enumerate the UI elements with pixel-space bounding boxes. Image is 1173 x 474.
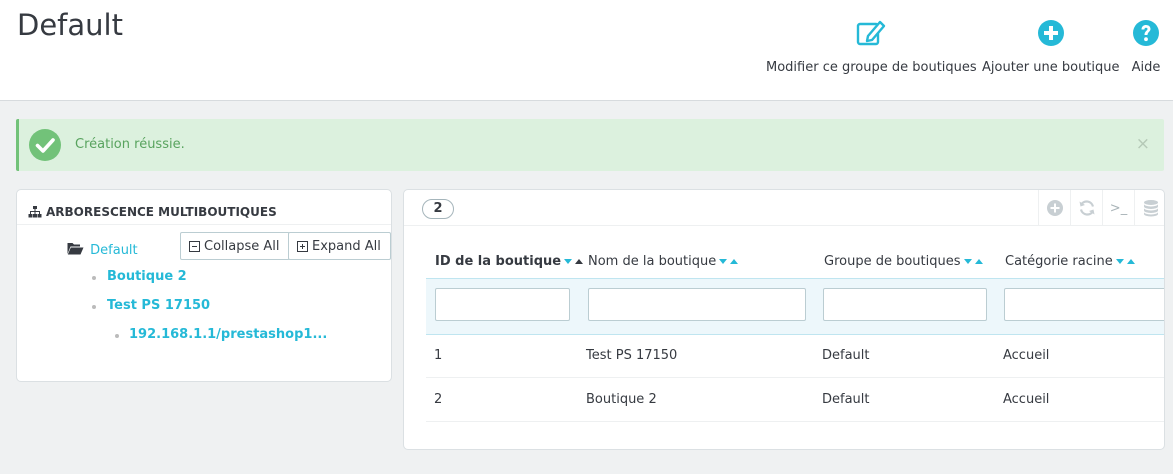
tree-panel-title: Arborescence multiboutiques <box>46 205 277 219</box>
cell-name: Test PS 17150 <box>586 348 678 363</box>
column-header-category: Catégorie racine <box>1005 254 1135 269</box>
sort-asc-icon[interactable] <box>974 259 983 264</box>
sort-desc-icon[interactable] <box>719 259 728 264</box>
minus-square-icon <box>189 240 200 252</box>
filter-row <box>426 278 1164 335</box>
tree-node-default[interactable]: Default <box>67 242 138 258</box>
tree-bullet <box>92 305 96 309</box>
terminal-icon: >_ <box>1109 200 1128 216</box>
cell-name: Boutique 2 <box>586 392 657 407</box>
export-sql-button[interactable] <box>1134 190 1164 226</box>
sort-asc-icon[interactable] <box>1126 259 1135 264</box>
folder-open-icon <box>67 243 84 255</box>
table-row[interactable]: 1 Test PS 17150 Default Accueil <box>426 335 1164 378</box>
expand-all-button[interactable]: Expand All <box>288 232 391 260</box>
close-icon[interactable]: × <box>1136 134 1150 154</box>
column-header-label: Nom de la boutique <box>588 254 717 269</box>
table-row[interactable]: 2 Boutique 2 Default Accueil <box>426 379 1164 422</box>
edit-icon <box>857 20 886 46</box>
column-header-name: Nom de la boutique <box>588 254 739 269</box>
sort-desc-icon[interactable] <box>1115 259 1124 264</box>
sitemap-icon <box>28 206 42 218</box>
column-header-id: ID de la boutique <box>435 254 584 269</box>
help-icon <box>1133 20 1159 46</box>
check-circle-icon <box>29 129 61 161</box>
collapse-all-label: Collapse All <box>204 238 280 254</box>
database-icon <box>1143 200 1158 217</box>
sort-desc-icon[interactable] <box>564 259 573 264</box>
add-shop-label: Ajouter une boutique <box>982 60 1120 75</box>
column-header-group: Groupe de boutiques <box>824 254 983 269</box>
help-button[interactable]: Aide <box>1131 18 1161 78</box>
add-shop-button[interactable]: Ajouter une boutique <box>982 18 1120 78</box>
filter-input-group[interactable] <box>823 288 987 321</box>
filter-input-category[interactable] <box>1004 288 1164 321</box>
edit-shop-group-label: Modifier ce groupe de boutiques <box>766 60 977 75</box>
success-alert: Création réussie. × <box>16 119 1164 171</box>
shop-list-panel: 2 >_ ID de la boutique Nom de la boutiqu… <box>403 189 1165 450</box>
shop-count-badge: 2 <box>422 199 454 219</box>
refresh-icon <box>1079 200 1094 216</box>
cell-id: 1 <box>434 348 443 363</box>
column-header-label: Groupe de boutiques <box>824 254 961 269</box>
edit-shop-group-button[interactable]: Modifier ce groupe de boutiques <box>766 18 977 78</box>
plus-square-icon <box>297 240 308 252</box>
tree-bullet <box>92 276 96 280</box>
collapse-all-button[interactable]: Collapse All <box>180 232 290 260</box>
tree-node-url[interactable]: 192.168.1.1/prestashop1... <box>129 327 327 342</box>
shop-tree-panel: Arborescence multiboutiques Collapse All… <box>16 189 392 382</box>
sort-asc-icon[interactable] <box>575 259 584 264</box>
tree-node-shop[interactable]: Boutique 2 <box>107 269 187 284</box>
refresh-button[interactable] <box>1070 190 1102 226</box>
filter-input-id[interactable] <box>435 288 570 321</box>
plus-circle-icon <box>1046 200 1063 216</box>
page-title: Default <box>17 8 123 42</box>
help-label: Aide <box>1131 60 1161 75</box>
list-toolbar: >_ <box>1038 190 1164 226</box>
add-circle-icon <box>1037 20 1064 46</box>
page-header: Default Modifier ce groupe de boutiques … <box>0 0 1173 101</box>
cell-category: Accueil <box>1003 392 1050 407</box>
cell-group: Default <box>822 348 870 363</box>
expand-all-label: Expand All <box>312 238 381 254</box>
add-new-button[interactable] <box>1038 190 1070 226</box>
cell-group: Default <box>822 392 870 407</box>
tree-panel-header: Arborescence multiboutiques <box>17 190 391 225</box>
alert-message: Création réussie. <box>75 137 185 152</box>
column-header-label: ID de la boutique <box>435 254 562 269</box>
list-panel-header: 2 >_ <box>404 190 1164 226</box>
tree-node-default-label: Default <box>90 243 138 258</box>
filter-input-name[interactable] <box>588 288 806 321</box>
cell-id: 2 <box>434 392 443 407</box>
sort-asc-icon[interactable] <box>730 259 739 264</box>
column-header-label: Catégorie racine <box>1005 254 1113 269</box>
sql-query-button[interactable]: >_ <box>1102 190 1134 226</box>
tree-node-shop[interactable]: Test PS 17150 <box>107 298 210 313</box>
cell-category: Accueil <box>1003 348 1050 363</box>
sort-desc-icon[interactable] <box>963 259 972 264</box>
tree-bullet <box>115 334 119 338</box>
